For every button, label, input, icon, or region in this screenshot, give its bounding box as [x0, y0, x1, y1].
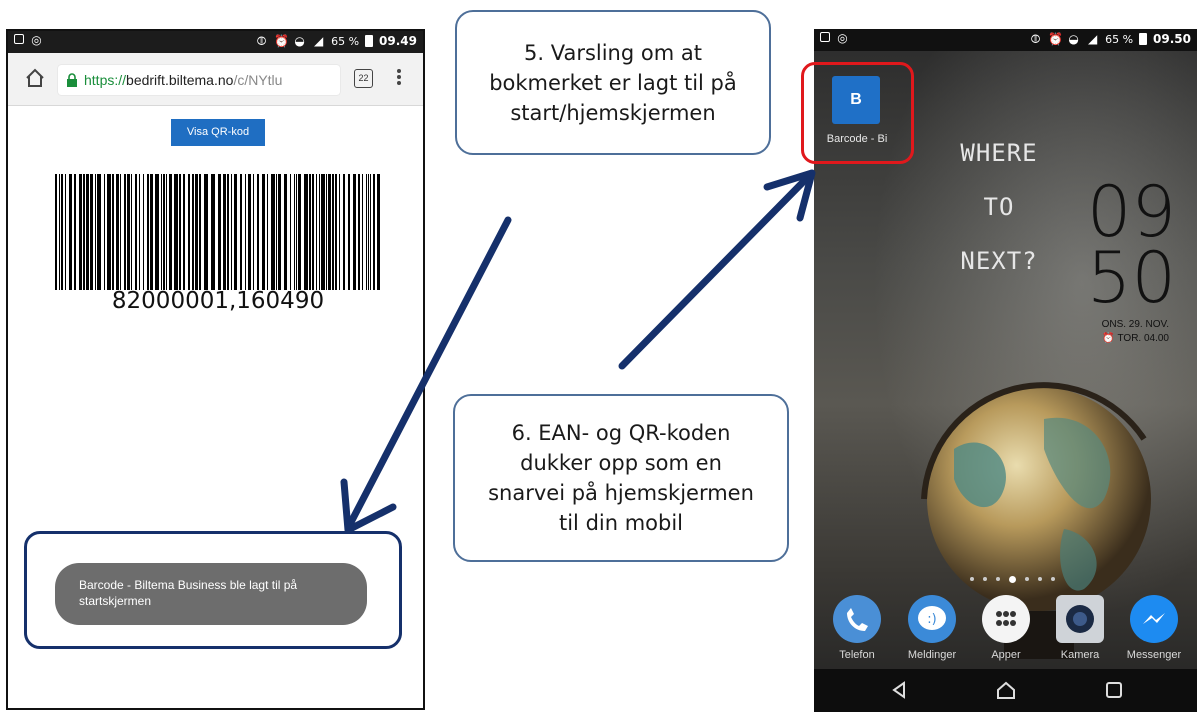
clock-minute: 50: [1086, 237, 1176, 319]
dock-label: Kamera: [1060, 649, 1100, 661]
status-time: 09.50: [1153, 32, 1191, 46]
shortcut-highlight-frame: [801, 62, 914, 164]
status-bar: ◎ ⦷ ⏰ ◒ ◢ 65 % 09.49: [8, 31, 423, 53]
instagram-icon: ◎: [31, 33, 42, 47]
more-menu-icon[interactable]: [396, 67, 402, 91]
arrow-to-shortcut: [618, 173, 812, 370]
phone-app-icon: [833, 595, 881, 643]
status-bar: ◎ ⦷ ⏰ ◒ ◢ 65 % 09.50: [814, 29, 1197, 51]
status-time: 09.49: [379, 34, 417, 48]
step6-callout: 6. EAN- og QR-koden dukker opp som en sn…: [453, 394, 789, 562]
show-qr-button[interactable]: Visa QR-kod: [171, 119, 265, 146]
dock-label: Telefon: [839, 649, 875, 661]
messenger-app-icon: [1130, 595, 1178, 643]
wifi-icon: ◒: [1068, 31, 1079, 46]
svg-text::): :): [927, 612, 936, 627]
battery-percent: 65 %: [331, 34, 360, 48]
tab-switcher-button[interactable]: 22: [354, 69, 373, 88]
dock-item-phone[interactable]: Telefon: [822, 595, 892, 661]
apps-grid-icon: [982, 595, 1030, 643]
notification-icon: [14, 34, 24, 44]
step6-line: dukker opp som en: [520, 451, 722, 475]
home-icon[interactable]: [24, 67, 46, 89]
url-text: https://bedrift.biltema.no/c/NYtlu: [84, 72, 282, 88]
wallpaper-line: WHERE TO: [960, 139, 1038, 221]
notification-icon: [820, 32, 830, 42]
battery-icon: [365, 35, 374, 47]
step6-line: 6. EAN- og QR-koden: [511, 421, 731, 445]
browser-toolbar: https://bedrift.biltema.no/c/NYtlu 22: [8, 53, 423, 106]
vibrate-icon: ⦷: [1030, 31, 1041, 46]
clock-alarm: ⏰ TOR. 04.00: [1069, 332, 1169, 346]
dock-item-camera[interactable]: Kamera: [1045, 595, 1115, 661]
dock-item-messages[interactable]: :) Meldinger: [897, 595, 967, 661]
wallpaper-line: NEXT?: [960, 247, 1038, 275]
recent-apps-icon[interactable]: [1103, 679, 1125, 701]
wallpaper-text: WHERE TO NEXT?: [944, 126, 1054, 288]
url-path: /c/NYtlu: [233, 72, 283, 88]
barcode-image: [55, 174, 380, 290]
url-field[interactable]: https://bedrift.biltema.no/c/NYtlu: [58, 65, 340, 95]
url-scheme: https://: [84, 72, 127, 88]
step5-line: start/hjemskjermen: [510, 100, 716, 125]
home-icon[interactable]: [995, 679, 1017, 701]
dock-label: Messenger: [1126, 649, 1182, 661]
lock-icon: [67, 73, 77, 87]
navigation-bar: [814, 669, 1197, 712]
battery-percent: 65 %: [1105, 32, 1134, 46]
alarm-time: TOR. 04.00: [1117, 333, 1169, 344]
alarm-icon: ⏰: [1102, 333, 1115, 344]
messages-app-icon: :): [908, 595, 956, 643]
dock-label: Apper: [991, 649, 1021, 661]
step5-callout: 5. Varsling om at bokmerket er lagt til …: [455, 10, 771, 155]
signal-icon: ◢: [1087, 31, 1098, 46]
vibrate-icon: ⦷: [256, 33, 267, 48]
page-indicator: [970, 576, 1055, 583]
app-dock: Telefon :) Meldinger Apper Kamera Messen…: [814, 595, 1197, 665]
alarm-icon: ⏰: [1048, 31, 1064, 46]
alarm-icon: ⏰: [274, 33, 290, 48]
step5-line: 5. Varsling om at: [524, 40, 702, 65]
step5-line: bokmerket er lagt til på: [489, 70, 737, 95]
barcode-number: 82000001,160490: [111, 288, 325, 314]
back-icon[interactable]: [888, 679, 910, 701]
toast-highlight-frame: [24, 531, 402, 649]
clock-date-block: ONS. 29. NOV. ⏰ TOR. 04.00: [1069, 318, 1169, 346]
battery-icon: [1139, 33, 1148, 45]
signal-icon: ◢: [313, 33, 324, 48]
dock-label: Meldinger: [907, 649, 957, 661]
step6-line: snarvei på hjemskjermen: [488, 481, 754, 505]
dock-item-apps[interactable]: Apper: [971, 595, 1041, 661]
arrow-head: [763, 169, 816, 222]
step6-line: til din mobil: [558, 511, 684, 535]
wifi-icon: ◒: [294, 33, 305, 48]
clock-widget[interactable]: 09 50: [1076, 171, 1176, 319]
dock-item-messenger[interactable]: Messenger: [1119, 595, 1189, 661]
instagram-icon: ◎: [837, 31, 848, 45]
url-host: bedrift.biltema.no: [126, 72, 234, 88]
clock-hour: 09: [1086, 171, 1176, 253]
clock-date: ONS. 29. NOV.: [1101, 319, 1169, 330]
camera-app-icon: [1056, 595, 1104, 643]
